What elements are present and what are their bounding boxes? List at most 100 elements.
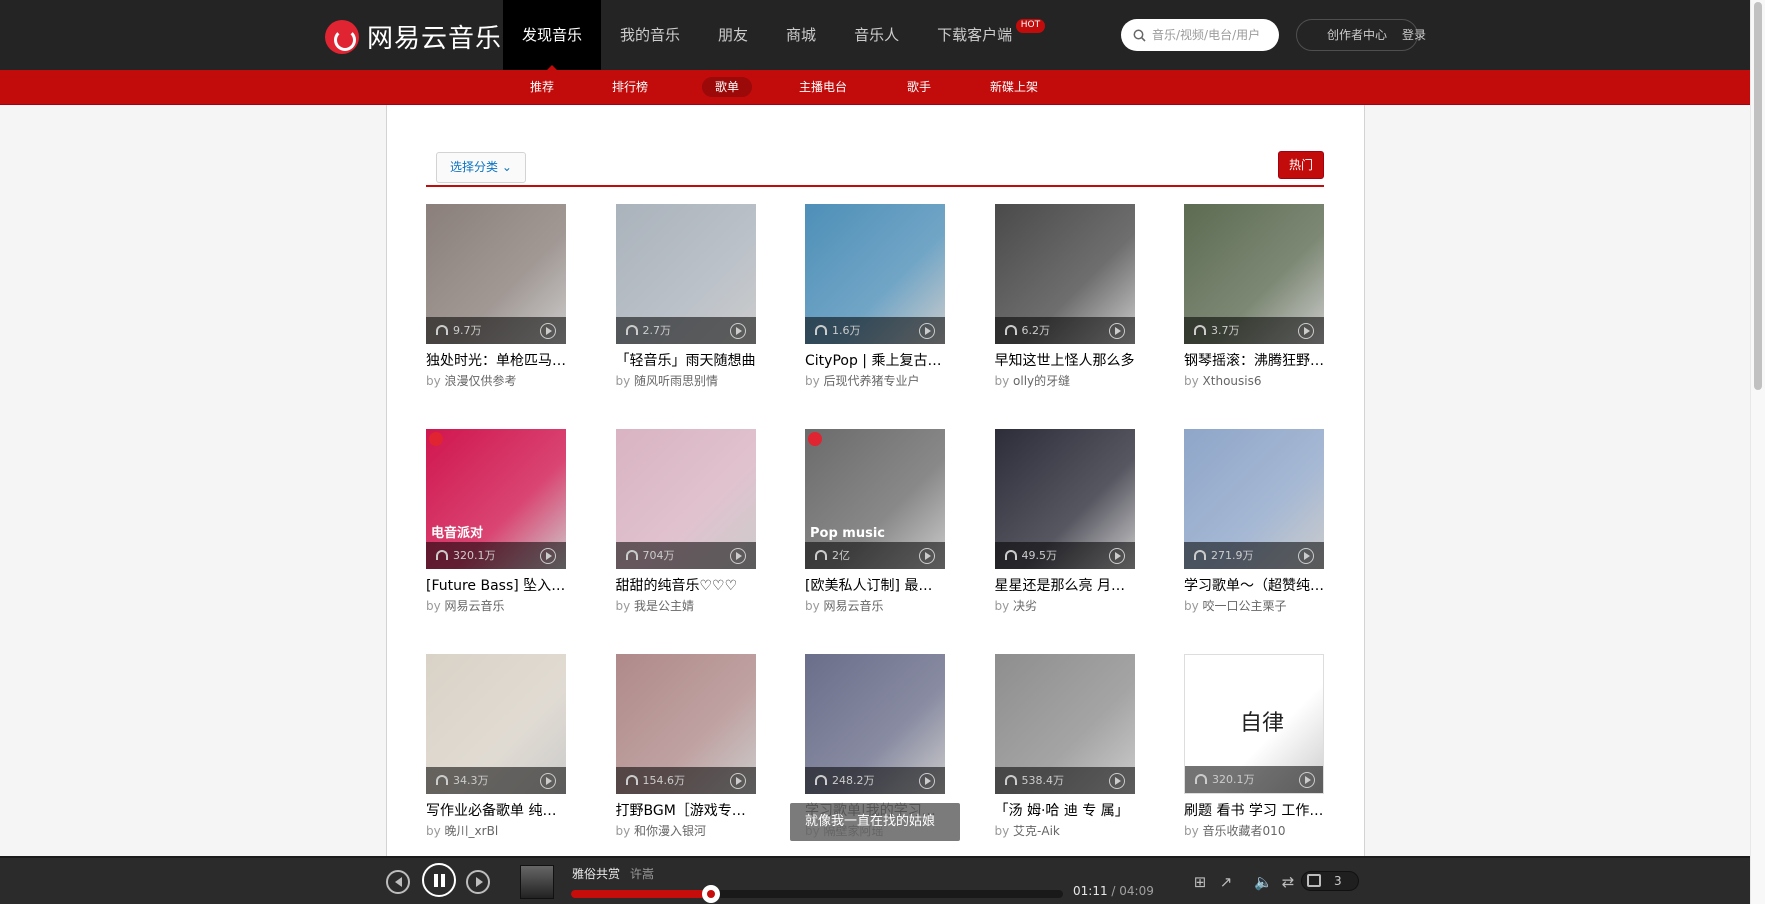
shuffle-icon[interactable]: ⇄ (1279, 874, 1297, 890)
playlist-card[interactable]: 2.7万 「轻音乐」雨天随想曲 by 随风听雨思别情 (615, 204, 756, 389)
playlist-title[interactable]: [Future Bass] 坠入未来 (426, 577, 566, 595)
subnav-radio[interactable]: 主播电台 (786, 77, 860, 97)
playlist-cover[interactable]: 2.7万 (615, 204, 756, 344)
play-icon[interactable] (919, 548, 935, 564)
now-playing-cover[interactable] (520, 865, 554, 899)
logo[interactable]: 网易云音乐 (325, 18, 502, 55)
play-icon[interactable] (1108, 773, 1125, 789)
playlist-card[interactable]: 电音派对 320.1万 [Future Bass] 坠入未来 by 网易云音乐 (426, 429, 566, 614)
play-icon[interactable] (919, 773, 935, 789)
playlist-cover[interactable]: 自律 320.1万 (1184, 654, 1324, 794)
playlist-cover[interactable]: 34.3万 (426, 654, 566, 794)
subnav-recommend[interactable]: 推荐 (517, 77, 567, 97)
play-icon[interactable] (540, 773, 556, 789)
scrollbar-thumb[interactable] (1754, 2, 1762, 390)
playlist-author[interactable]: 随风听雨思别情 (634, 374, 718, 388)
playlist-title[interactable]: 「汤 姆·哈 迪 专 属」 (995, 802, 1135, 820)
nav-musician[interactable]: 音乐人 (835, 0, 918, 70)
playlist-author[interactable]: 音乐收藏者010 (1203, 824, 1286, 838)
hot-sort-button[interactable]: 热门 (1278, 151, 1324, 179)
playlist-title[interactable]: CityPop | 乘上复古列车 (805, 352, 945, 370)
playlist-title[interactable]: 早知这世上怪人那么多 (995, 352, 1135, 370)
playlist-cover[interactable]: 248.2万 (805, 654, 945, 794)
search-box[interactable] (1121, 19, 1279, 51)
now-playing-title[interactable]: 雅俗共赏 (572, 865, 620, 882)
volume-icon[interactable]: 🔈 (1254, 874, 1273, 890)
play-icon[interactable] (1298, 548, 1314, 564)
playlist-cover[interactable]: 271.9万 (1184, 429, 1324, 569)
playlist-title[interactable]: [欧美私人订制] 最懂你的欧美推荐 (805, 577, 945, 595)
playlist-card[interactable]: 154.6万 打野BGM［游戏专用］ by 和你漫入银河 (615, 654, 756, 839)
playlist-card[interactable]: 538.4万 「汤 姆·哈 迪 专 属」 by 艾克-Aik (994, 654, 1135, 839)
nav-my-music[interactable]: 我的音乐 (601, 0, 699, 70)
subnav-new-albums[interactable]: 新碟上架 (977, 77, 1051, 97)
playlist-card[interactable]: 1.6万 CityPop | 乘上复古列车 by 后现代养猪专业户 (805, 204, 945, 389)
subnav-playlists[interactable]: 歌单 (702, 77, 753, 97)
play-icon[interactable] (1298, 323, 1314, 339)
playlist-title[interactable]: 独处时光：单枪匹马也能行走天涯 (426, 352, 566, 370)
play-icon[interactable] (540, 548, 556, 564)
next-track-icon[interactable] (466, 870, 490, 894)
playlist-title[interactable]: 甜甜的纯音乐♡♡♡ (616, 577, 756, 595)
select-category-button[interactable]: 选择分类 ⌄ (436, 152, 526, 183)
login-link[interactable]: 登录 (1402, 25, 1426, 45)
play-icon[interactable] (1108, 323, 1125, 339)
playlist-card[interactable]: 自律 320.1万刷题 看书 学习 工作 专用 by 音乐收藏者010 (1184, 654, 1324, 839)
playlist-card[interactable]: 704万 甜甜的纯音乐♡♡♡ by 我是公主婧 (615, 429, 756, 614)
nav-store[interactable]: 商城 (767, 0, 835, 70)
page-scrollbar[interactable] (1750, 0, 1765, 904)
playlist-card[interactable]: Pop music 2亿 [欧美私人订制] 最懂你的欧美推荐 by 网易云音乐 (805, 429, 945, 614)
playlist-cover[interactable]: 538.4万 (994, 654, 1135, 794)
playlist-title[interactable]: 打野BGM［游戏专用］ (616, 802, 756, 820)
playlist-author[interactable]: olly的牙缝 (1013, 374, 1070, 388)
playlist-card[interactable]: 3.7万钢琴摇滚：沸腾狂野的琴键 by Xthousis6 (1184, 204, 1324, 389)
playlist-cover[interactable]: Pop music 2亿 (805, 429, 945, 569)
playlist-title[interactable]: 学习歌单～（超赞纯音乐） (1184, 577, 1324, 595)
playlist-author[interactable]: 我是公主婧 (634, 599, 694, 613)
playlist-author[interactable]: 决劣 (1013, 599, 1037, 613)
add-to-playlist-icon[interactable]: ⊞ (1191, 874, 1209, 890)
now-playing-artist[interactable]: 许嵩 (630, 865, 654, 882)
playlist-cover[interactable]: 电音派对 320.1万 (426, 429, 566, 569)
playlist-author[interactable]: 网易云音乐 (445, 599, 505, 613)
playlist-card[interactable]: 34.3万 写作业必备歌单 纯音乐 by 晚川_xrBl (426, 654, 566, 839)
playlist-author[interactable]: 网易云音乐 (824, 599, 884, 613)
play-icon[interactable] (729, 323, 746, 339)
playlist-cover[interactable]: 49.5万 (994, 429, 1135, 569)
search-input[interactable] (1152, 28, 1270, 42)
nav-friends[interactable]: 朋友 (699, 0, 767, 70)
playlist-cover[interactable]: 9.7万 (426, 204, 566, 344)
progress-handle[interactable] (702, 885, 721, 903)
nav-download-client[interactable]: 下载客户端 HOT (918, 0, 1046, 70)
playlist-cover[interactable]: 6.2万 (994, 204, 1135, 344)
playlist-cover[interactable]: 154.6万 (615, 654, 756, 794)
play-icon[interactable] (919, 323, 935, 339)
play-icon[interactable] (540, 323, 556, 339)
playlist-card[interactable]: 271.9万学习歌单～（超赞纯音乐） by 咬一口公主栗子 (1184, 429, 1324, 614)
playlist-title[interactable]: 刷题 看书 学习 工作 专用 (1184, 802, 1324, 820)
play-icon[interactable] (729, 548, 746, 564)
pause-icon[interactable] (422, 863, 456, 897)
subnav-artists[interactable]: 歌手 (894, 77, 944, 97)
progress-bar[interactable] (571, 885, 1063, 903)
playlist-author[interactable]: 和你漫入银河 (634, 824, 706, 838)
nav-discover[interactable]: 发现音乐 (503, 0, 602, 71)
playlist-cover[interactable]: 3.7万 (1184, 204, 1324, 344)
play-icon[interactable] (1299, 772, 1315, 788)
playlist-author[interactable]: 咬一口公主栗子 (1203, 599, 1287, 613)
playlist-author[interactable]: 后现代养猪专业户 (824, 374, 920, 388)
playlist-author[interactable]: 浪漫仅供参考 (445, 374, 517, 388)
playlist-title[interactable]: 星星还是那么亮 月亮还是那么圆 (995, 577, 1135, 595)
play-icon[interactable] (1108, 548, 1125, 564)
playlist-title[interactable]: 「轻音乐」雨天随想曲 (616, 352, 756, 370)
playlist-title[interactable]: 写作业必备歌单 纯音乐 (426, 802, 566, 820)
playlist-author[interactable]: Xthousis6 (1203, 374, 1262, 388)
playlist-cover[interactable]: 704万 (615, 429, 756, 569)
playlist-title[interactable]: 钢琴摇滚：沸腾狂野的琴键 (1184, 352, 1324, 370)
previous-track-icon[interactable] (386, 870, 410, 894)
share-icon[interactable]: ↗ (1217, 874, 1235, 890)
playlist-cover[interactable]: 1.6万 (805, 204, 945, 344)
playlist-author[interactable]: 晚川_xrBl (445, 824, 499, 838)
playlist-card[interactable]: 6.2万 早知这世上怪人那么多 by olly的牙缝 (994, 204, 1135, 389)
subnav-charts[interactable]: 排行榜 (599, 77, 661, 97)
